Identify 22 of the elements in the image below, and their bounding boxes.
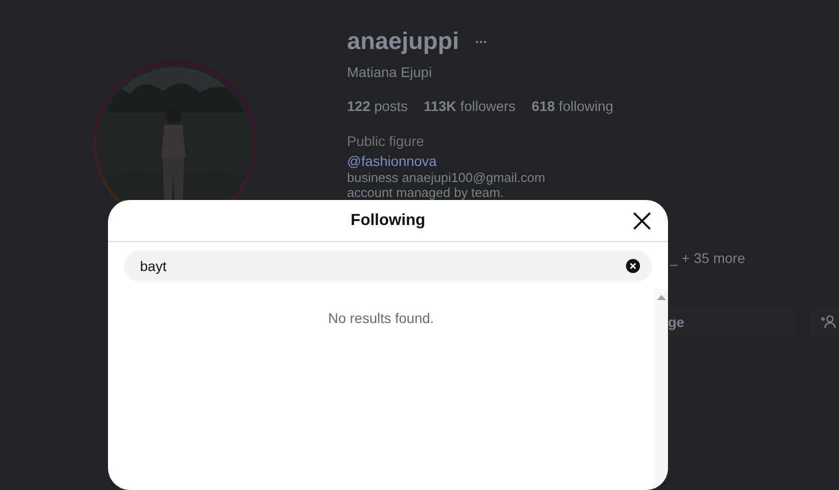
search-field[interactable]: bayt xyxy=(124,250,652,282)
category-label: Public figure xyxy=(347,133,424,150)
empty-message: No results found. xyxy=(328,309,434,328)
more-icon[interactable] xyxy=(475,40,488,44)
stat-text[interactable]: 113K followers xyxy=(424,96,516,117)
bio-line: business anaejupi100@gmail.com xyxy=(347,170,546,185)
close-icon xyxy=(633,212,651,230)
bio-line: account managed by team. xyxy=(347,185,504,200)
follow-button[interactable] xyxy=(810,306,839,338)
followed-by-text: _ + 35 more xyxy=(670,249,746,268)
search-input[interactable]: bayt xyxy=(140,256,626,276)
full-name: Matiana Ejupi xyxy=(347,63,432,82)
stat-text[interactable]: 618 following xyxy=(532,96,614,117)
close-button[interactable] xyxy=(632,211,652,231)
scrollbar[interactable] xyxy=(654,289,668,490)
add-person-icon xyxy=(820,315,836,329)
stat-text[interactable]: 122 posts xyxy=(347,96,408,117)
message-button[interactable]: ge xyxy=(668,306,796,338)
clear-icon[interactable] xyxy=(626,259,640,273)
username: anaejuppi xyxy=(347,28,460,56)
dialog-title: Following xyxy=(350,210,426,230)
profile-link[interactable]: @fashionnova xyxy=(347,153,437,170)
